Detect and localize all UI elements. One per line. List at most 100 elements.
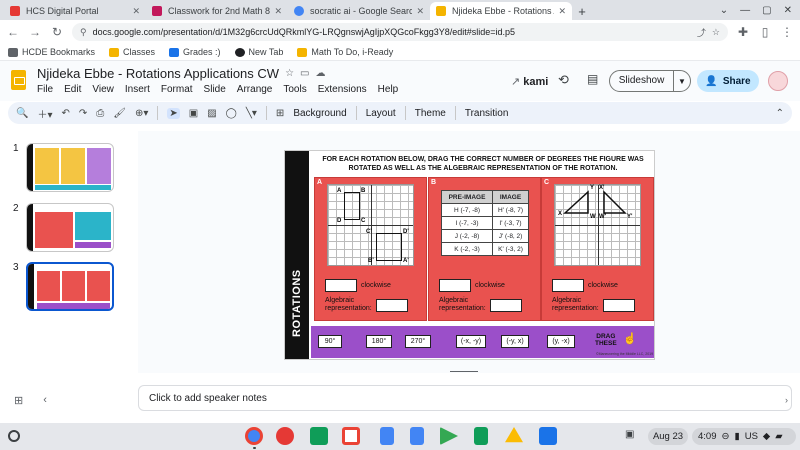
degree-drop-box[interactable] (325, 279, 357, 292)
collapse-chevron-icon[interactable]: ‹ (43, 394, 47, 407)
grid-view-icon[interactable]: ⊞ (14, 394, 23, 407)
menu-format[interactable]: Format (161, 84, 193, 95)
side-panel-icon[interactable]: ▯ (758, 25, 772, 39)
chip-y-neg-x[interactable]: (y, -x) (547, 335, 575, 348)
shape-icon[interactable]: ◯ (226, 108, 237, 119)
resize-handle[interactable] (450, 371, 478, 372)
bookmark-classes[interactable]: Classes (109, 47, 155, 57)
browser-tab-3[interactable]: socratic ai - Google Search ✕ (288, 2, 430, 20)
menu-edit[interactable]: Edit (64, 84, 81, 95)
menu-tools[interactable]: Tools (283, 84, 306, 95)
sheets-icon[interactable] (474, 427, 488, 445)
close-icon[interactable]: ✕ (558, 6, 566, 17)
gmail-icon[interactable] (342, 427, 360, 445)
kami-button[interactable]: ↗ kami (511, 75, 548, 88)
chevron-down-icon[interactable]: ▼ (674, 77, 690, 86)
launcher-icon[interactable] (8, 430, 20, 442)
layout-button[interactable]: Layout (366, 108, 396, 119)
chip-90[interactable]: 90° (318, 335, 342, 348)
algebraic-drop-box[interactable] (489, 298, 522, 312)
print-icon[interactable]: ⎙ (96, 108, 104, 119)
avatar[interactable] (768, 71, 788, 91)
select-cursor-icon[interactable]: ➤ (167, 107, 180, 119)
share-page-icon[interactable]: ⤴ (697, 26, 706, 39)
status-tray[interactable]: 4:09 ⊖ ▮ US ◆ ▰ (692, 428, 796, 445)
paint-icon[interactable] (276, 427, 294, 445)
docs-icon[interactable] (380, 427, 394, 445)
date-pill[interactable]: Aug 23 (648, 428, 688, 445)
algebraic-drop-box[interactable] (375, 298, 408, 312)
chrome-icon[interactable] (245, 427, 263, 445)
kebab-menu-icon[interactable]: ⋮ (780, 25, 794, 39)
cloud-saved-icon[interactable]: ☁ (315, 68, 325, 79)
menu-extensions[interactable]: Extensions (318, 84, 367, 95)
extensions-puzzle-icon[interactable]: ✚ (736, 25, 750, 39)
version-history-icon[interactable]: ⟲ (558, 72, 569, 88)
menu-file[interactable]: File (37, 84, 53, 95)
close-icon[interactable]: ✕ (416, 6, 424, 17)
bookmark-math[interactable]: Math To Do, i-Ready (297, 47, 393, 57)
image-icon[interactable]: ▨ (207, 108, 216, 119)
back-arrow-icon[interactable]: ← (6, 25, 20, 39)
close-icon[interactable]: ✕ (132, 6, 140, 17)
text-box-icon[interactable]: ▣ (189, 108, 198, 119)
slideshow-label[interactable]: Slideshow (610, 71, 674, 91)
menu-view[interactable]: View (92, 84, 114, 95)
menu-help[interactable]: Help (378, 84, 399, 95)
classroom-icon[interactable] (310, 427, 328, 445)
menu-slide[interactable]: Slide (204, 84, 226, 95)
redo-icon[interactable]: ↷ (79, 108, 87, 119)
document-title[interactable]: Njideka Ebbe - Rotations Applications CW (37, 66, 279, 81)
chip-180[interactable]: 180° (366, 335, 392, 348)
slide-thumbnail-1[interactable] (26, 143, 114, 192)
slide-3[interactable]: ROTATIONS FOR EACH ROTATION BELOW, DRAG … (284, 150, 655, 360)
docs-2-icon[interactable] (410, 427, 424, 445)
close-icon[interactable]: ✕ (274, 6, 282, 17)
play-store-icon[interactable] (440, 427, 458, 445)
browser-tab-1[interactable]: HCS Digital Portal ✕ (4, 2, 146, 20)
minimize-icon[interactable]: — (740, 5, 750, 16)
side-panel-toggle-icon[interactable]: › (785, 395, 788, 405)
reload-icon[interactable]: ↻ (50, 25, 64, 39)
degree-drop-box[interactable] (552, 279, 584, 292)
comments-icon[interactable]: ▤ (587, 72, 598, 86)
comment-add-icon[interactable]: ⊞ (276, 108, 284, 119)
slides-logo-icon[interactable] (11, 70, 26, 90)
chevron-down-icon[interactable]: ⌄ (720, 5, 728, 16)
files-icon[interactable] (539, 427, 557, 445)
algebraic-drop-box[interactable] (602, 298, 635, 312)
forward-arrow-icon[interactable]: → (28, 25, 42, 39)
slideshow-button[interactable]: Slideshow ▼ (609, 70, 691, 92)
speaker-notes[interactable]: Click to add speaker notes (138, 385, 792, 411)
undo-icon[interactable]: ↶ (61, 108, 69, 119)
chip-neg-x-neg-y[interactable]: (-x, -y) (456, 335, 486, 348)
degree-drop-box[interactable] (439, 279, 471, 292)
chip-neg-y-x[interactable]: (-y, x) (501, 335, 529, 348)
browser-tab-4[interactable]: Njideka Ebbe - Rotations Applicat ✕ (430, 2, 572, 20)
new-slide-icon[interactable]: ＋▾ (37, 106, 52, 121)
chip-270[interactable]: 270° (405, 335, 431, 348)
theme-button[interactable]: Theme (415, 108, 446, 119)
move-folder-icon[interactable]: ▭ (300, 68, 309, 79)
new-tab-button[interactable]: + (572, 2, 592, 20)
drive-icon[interactable] (505, 427, 523, 443)
bookmark-hcde[interactable]: HCDE Bookmarks (8, 47, 95, 57)
restore-icon[interactable]: ▢ (762, 5, 771, 16)
zoom-icon[interactable]: ⊕▾ (135, 108, 148, 119)
slide-thumbnail-3[interactable] (26, 262, 114, 311)
bookmark-star-icon[interactable]: ☆ (712, 27, 720, 38)
omnibox[interactable]: ⚲ docs.google.com/presentation/d/1M32g6c… (72, 23, 728, 41)
paint-format-icon[interactable]: 🖌 (113, 108, 126, 119)
bookmark-grades[interactable]: Grades :) (169, 47, 221, 57)
share-button[interactable]: 👤 Share (697, 70, 759, 92)
line-icon[interactable]: ╲▾ (246, 108, 257, 119)
chevron-up-icon[interactable]: ⌃ (776, 108, 784, 119)
site-info-icon[interactable]: ⚲ (80, 27, 87, 38)
screen-capture-icon[interactable]: ▣ (625, 429, 634, 440)
background-button[interactable]: Background (293, 108, 346, 119)
close-window-icon[interactable]: ✕ (784, 5, 792, 16)
transition-button[interactable]: Transition (465, 108, 509, 119)
star-icon[interactable]: ☆ (285, 68, 294, 79)
menu-insert[interactable]: Insert (125, 84, 150, 95)
search-menus-icon[interactable]: 🔍 (16, 108, 28, 119)
